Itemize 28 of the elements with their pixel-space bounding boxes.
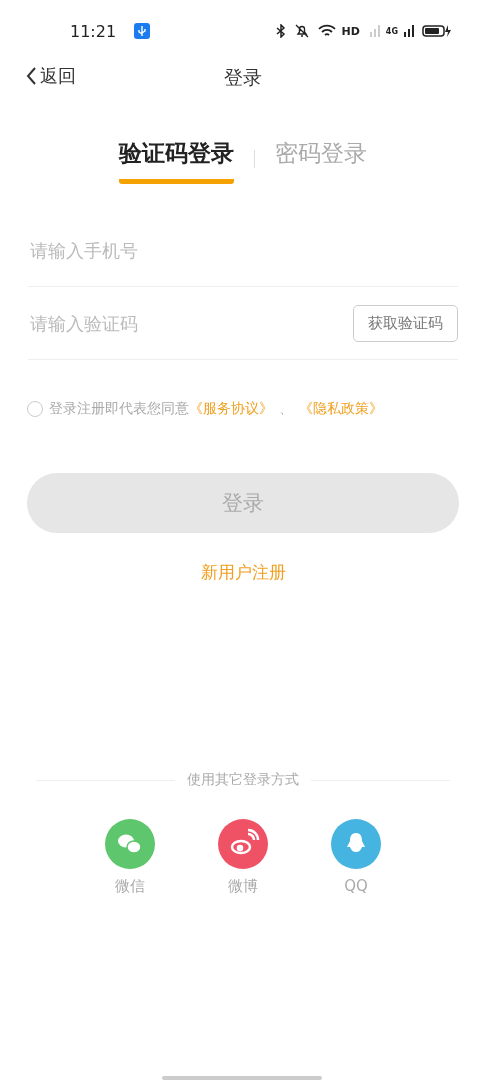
code-input-field[interactable]: 请输入验证码 [28,311,353,335]
other-login-title: 使用其它登录方式 [187,771,299,789]
battery-icon [422,24,452,38]
social-login-button[interactable] [105,819,155,869]
social-login-label: 微信 [115,877,145,896]
social-login-button[interactable] [218,819,268,869]
agreement-text: 登录注册即代表您同意 [49,400,189,418]
login-tab[interactable]: 密码登录 [275,134,367,184]
social-login-label: 微博 [228,877,258,896]
phone-input-field[interactable]: 请输入手机号 [28,238,458,262]
login-tab[interactable]: 验证码登录 [119,134,234,184]
get-code-button[interactable]: 获取验证码 [353,304,458,342]
bluetooth-icon [275,24,286,38]
chevron-left-icon [26,67,36,85]
signal-icon [404,25,416,37]
page-title: 登录 [224,65,262,90]
usb-icon [134,23,151,39]
agreement-link[interactable]: 《服务协议》 [189,400,273,418]
network-type: 4G [385,26,398,36]
social-login-label: QQ [344,877,368,895]
wifi-icon [317,24,336,38]
status-time: 11:21 [70,21,117,41]
separator-text: 、 [279,400,293,418]
agreement-link[interactable]: 《隐私政策》 [299,400,383,418]
social-login-button[interactable] [331,819,381,869]
back-button[interactable]: 返回 [26,64,76,88]
register-link[interactable]: 新用户注册 [200,561,286,584]
hd-indicator: HD [341,24,360,38]
